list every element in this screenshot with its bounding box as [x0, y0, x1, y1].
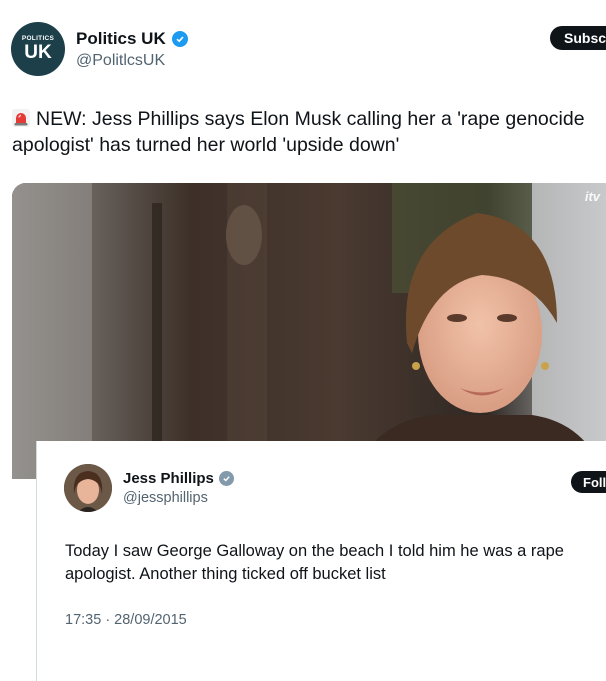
video-thumbnail[interactable]: itv	[12, 183, 606, 479]
politics-uk-avatar[interactable]: POLITICS UK	[11, 22, 65, 76]
verified-badge-icon	[171, 31, 188, 47]
itv-watermark: itv	[584, 189, 600, 204]
quoted-tweet-timestamp[interactable]: 17:35 · 28/09/2015	[65, 612, 187, 628]
quoted-author-row: Jess Phillips	[123, 470, 234, 487]
video-frame-image	[12, 183, 606, 479]
author-name[interactable]: Politics UK	[76, 29, 166, 49]
quoted-tweet[interactable]: Jess Phillips @jessphillips Foll Today I…	[36, 441, 606, 681]
quoted-author-handle[interactable]: @jessphillips	[123, 490, 208, 506]
avatar-text-big: UK	[24, 42, 52, 64]
quoted-author-name[interactable]: Jess Phillips	[123, 470, 214, 487]
verified-grey-badge-icon	[218, 471, 234, 486]
tweet-body: NEW: Jess Phillips says Elon Musk callin…	[12, 106, 597, 158]
subscribe-button[interactable]: Subscr	[550, 26, 606, 50]
author-handle[interactable]: @PolitlcsUK	[76, 52, 165, 70]
quoted-tweet-text: Today I saw George Galloway on the beach…	[65, 542, 564, 583]
jess-phillips-avatar[interactable]	[64, 464, 112, 512]
tweet-text: NEW: Jess Phillips says Elon Musk callin…	[12, 108, 585, 156]
siren-emoji-icon	[12, 109, 30, 127]
author-name-row: Politics UK	[76, 29, 188, 49]
follow-button[interactable]: Foll	[571, 471, 606, 493]
main-tweet: POLITICS UK Politics UK @PolitlcsUK Subs…	[0, 0, 606, 681]
